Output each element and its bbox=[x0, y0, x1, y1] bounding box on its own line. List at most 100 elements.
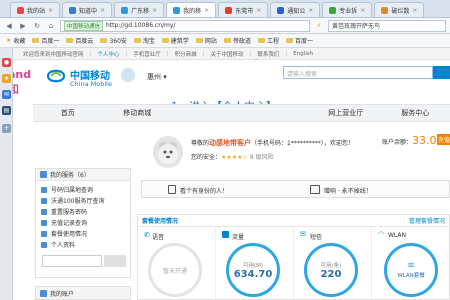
greeting-line: 尊敬的动感地带客户（手机号码：1**********），欢迎您！ bbox=[191, 139, 354, 147]
wifi-icon bbox=[310, 185, 320, 194]
recharge-button[interactable]: 充值 bbox=[437, 134, 450, 145]
bookmark-favorites[interactable]: ★ 收藏 bbox=[6, 36, 25, 45]
nav-mall[interactable]: 移动商城 bbox=[103, 105, 173, 121]
url-text[interactable]: http://gd.10086.cn/my/ bbox=[106, 22, 175, 29]
close-icon[interactable]: × bbox=[412, 7, 417, 14]
site-favicon-icon bbox=[173, 6, 181, 14]
notes-icon[interactable]: ▤ bbox=[2, 106, 11, 115]
wifi-icon: ◠ bbox=[378, 230, 385, 238]
service-item[interactable]: 沃通100服务厅查询 bbox=[36, 195, 130, 206]
mobile-hall-link[interactable]: 手机营业厅 bbox=[133, 50, 161, 58]
contact-link[interactable]: 联系我们 bbox=[257, 50, 279, 58]
refresh-icon[interactable]: ↻ bbox=[32, 21, 42, 31]
lightning-icon[interactable]: ⚡ bbox=[314, 21, 324, 31]
usage-voice[interactable]: ✆ 语音 暂未开通 bbox=[138, 227, 216, 300]
phone-call-icon: ✆ bbox=[144, 231, 150, 239]
bookmark-item[interactable]: 百度一 bbox=[285, 36, 313, 45]
site-search-input[interactable]: 请输入搜索 bbox=[283, 66, 433, 79]
bookmark-item[interactable]: 百度云 bbox=[66, 36, 93, 45]
security-certificate-badge[interactable]: 中国移动通信 bbox=[64, 20, 104, 31]
service-item[interactable]: 号码归属地查询 bbox=[36, 184, 130, 195]
nav-online-hall[interactable]: 网上营业厅 bbox=[311, 105, 381, 121]
site-favicon-icon bbox=[277, 6, 285, 14]
web-page: 欢迎您来到中国移动官网 | 个人中心 | 手机营业厅 | 积分商城 | 关于中国… bbox=[13, 48, 450, 300]
services-search-button[interactable] bbox=[104, 255, 126, 267]
services-icon bbox=[40, 171, 47, 178]
back-icon[interactable]: ◀ bbox=[4, 21, 14, 31]
weibo-icon[interactable]: ● bbox=[2, 58, 11, 67]
promo-left-link[interactable]: 看个有身份的人！ bbox=[180, 186, 228, 195]
avatar[interactable] bbox=[153, 136, 183, 168]
browser-tab[interactable]: 专业拆 × bbox=[322, 2, 373, 17]
nav-home[interactable]: 首页 bbox=[33, 105, 103, 121]
english-link[interactable]: English bbox=[293, 51, 313, 57]
bookmark-item[interactable]: 淘宝 bbox=[133, 36, 155, 45]
folder-icon bbox=[257, 38, 265, 43]
profile-icon bbox=[41, 241, 47, 248]
account-icon bbox=[40, 289, 47, 297]
browser-tab-active[interactable]: 我的移 × bbox=[166, 2, 217, 17]
usage-wlan[interactable]: ◠ WLAN ≋ WLAN套餐 bbox=[372, 227, 450, 300]
bookmark-item[interactable]: 百度一 bbox=[32, 36, 59, 45]
promo-strip: 看个有身份的人！ 赠响 · 永不掉线！ bbox=[141, 180, 450, 198]
close-icon[interactable]: × bbox=[204, 7, 209, 14]
china-mobile-logo-icon[interactable] bbox=[45, 66, 67, 86]
home-icon[interactable]: ⌂ bbox=[46, 21, 56, 31]
close-icon[interactable]: × bbox=[100, 7, 105, 14]
nav-service-center[interactable]: 服务中心 bbox=[381, 105, 450, 121]
site-favicon-icon bbox=[329, 6, 337, 14]
browser-search-input[interactable]: 黄芭玫瑰开萨无鸟 bbox=[328, 19, 446, 32]
about-link[interactable]: 关于中国移动 bbox=[211, 50, 244, 58]
close-icon[interactable]: × bbox=[152, 7, 157, 14]
url-bar[interactable]: 中国移动通信 http://gd.10086.cn/my/ bbox=[60, 19, 310, 32]
site-favicon-icon bbox=[17, 6, 24, 14]
service-item[interactable]: 充值记录查询 bbox=[36, 217, 130, 228]
manage-usage-link[interactable]: 管理套餐情况 bbox=[409, 216, 445, 225]
bookmark-item[interactable]: 工程 bbox=[257, 36, 279, 45]
sms-usage-ring: 可用(条) 220 bbox=[304, 243, 358, 297]
browser-tab[interactable]: 我的站 × bbox=[10, 2, 61, 17]
wifi-icon: ≋ bbox=[407, 261, 415, 271]
browser-tab[interactable]: 广东移 × bbox=[114, 2, 165, 17]
browser-tab[interactable]: 通知公 × bbox=[270, 2, 321, 17]
close-icon[interactable]: × bbox=[360, 7, 365, 14]
hall-icon bbox=[41, 197, 47, 204]
and-logo[interactable]: and和 bbox=[13, 64, 33, 96]
site-search-button[interactable] bbox=[433, 66, 450, 79]
brand-name-en: China Mobile bbox=[70, 80, 112, 88]
search-query-text[interactable]: 黄芭玫瑰开萨无鸟 bbox=[332, 21, 380, 30]
location-icon bbox=[41, 186, 47, 193]
bookmark-item[interactable]: 360安 bbox=[100, 36, 127, 45]
browser-tab[interactable]: 知道中 × bbox=[62, 2, 113, 17]
close-icon[interactable]: × bbox=[48, 7, 53, 14]
usage-data[interactable]: 流量 可用(M) 634.70 bbox=[216, 227, 294, 300]
browser-tab[interactable]: 东莞市 × bbox=[218, 2, 269, 17]
mail-icon[interactable]: ✉ bbox=[2, 90, 11, 99]
favorites-icon[interactable]: ★ bbox=[2, 74, 11, 83]
services-search-input[interactable] bbox=[42, 255, 102, 267]
usage-panel: 套餐使用情况 管理套餐情况 ✆ 语音 暂未开通 流量 可用(M) 634.70 … bbox=[137, 214, 450, 300]
service-item[interactable]: 套餐使用情况 bbox=[36, 228, 130, 239]
site-favicon-icon bbox=[69, 6, 77, 14]
bookmark-item[interactable]: 帝政道 bbox=[223, 36, 251, 45]
add-icon[interactable]: + bbox=[2, 124, 11, 133]
site-favicon-icon bbox=[225, 6, 233, 14]
browser-tab[interactable]: 破烂数 × bbox=[374, 2, 425, 17]
promo-right-link[interactable]: 赠响 · 永不掉线！ bbox=[324, 186, 372, 195]
message-icon: ✉ bbox=[300, 230, 306, 238]
bookmark-item[interactable]: 建筑学 bbox=[161, 36, 189, 45]
close-icon[interactable]: × bbox=[308, 7, 313, 14]
personal-center-link[interactable]: 个人中心 bbox=[97, 50, 119, 58]
city-selector[interactable]: 惠州 ▾ bbox=[147, 72, 167, 82]
nav-item[interactable] bbox=[172, 105, 242, 121]
service-item[interactable]: 重置服务密码 bbox=[36, 206, 130, 217]
security-stars: ★★★★☆ bbox=[221, 154, 248, 161]
phone-icon bbox=[168, 185, 176, 194]
bookmark-item[interactable]: 网站 bbox=[195, 36, 217, 45]
service-item[interactable]: 个人资料 bbox=[36, 239, 130, 250]
usage-sms[interactable]: ✉ 短信 可用(条) 220 bbox=[294, 227, 372, 300]
close-icon[interactable]: × bbox=[256, 7, 261, 14]
forward-icon[interactable]: ▶ bbox=[18, 21, 28, 31]
nav-item[interactable] bbox=[242, 105, 312, 121]
points-mall-link[interactable]: 积分商城 bbox=[175, 50, 197, 58]
